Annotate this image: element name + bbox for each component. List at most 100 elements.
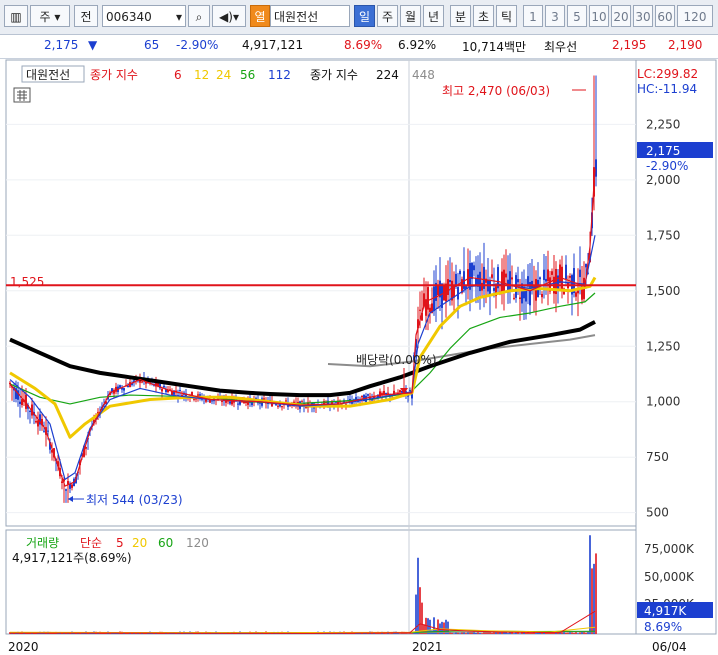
market-label: 주	[39, 10, 51, 24]
candle-body	[361, 395, 363, 398]
vol-ma120: 120	[186, 536, 209, 550]
candle-body	[595, 159, 597, 177]
volume-bar	[477, 632, 479, 634]
volume-bar	[459, 633, 461, 634]
period-month[interactable]: 월	[400, 5, 421, 27]
period-second[interactable]: 초	[473, 5, 494, 27]
stock-name[interactable]: 대원전선	[270, 5, 350, 27]
candle-body	[447, 279, 449, 295]
high-label: 최고 2,470 (06/03)	[442, 84, 550, 98]
candle-body	[179, 390, 181, 392]
candle-body	[47, 430, 49, 432]
candle-body	[71, 484, 73, 488]
volume-bar	[407, 633, 409, 634]
candle-body	[281, 406, 283, 408]
volume-bar	[507, 633, 509, 634]
order-label: 최우선	[544, 40, 578, 54]
num-20[interactable]: 20	[611, 5, 631, 27]
num-30[interactable]: 30	[633, 5, 653, 27]
candle-body	[569, 276, 571, 278]
price-tick: 2,250	[646, 117, 680, 131]
turnover-pct: 6.92%	[398, 38, 437, 52]
volume-bar	[499, 632, 501, 634]
date-right: 06/04	[652, 640, 687, 654]
speaker-icon[interactable]: ◀)▾	[212, 5, 246, 27]
vol-current-pct: 8.69%	[644, 620, 682, 634]
candle-body	[481, 282, 483, 291]
volume-bar	[583, 632, 585, 634]
num-120[interactable]: 120	[677, 5, 713, 27]
candle-body	[275, 404, 277, 406]
chevron-down-icon: ▾	[54, 10, 61, 24]
vol-tick-75000k: 75,000K	[644, 542, 695, 556]
volume-bar	[579, 632, 581, 634]
candle-body	[263, 398, 265, 400]
volume-bar	[577, 633, 579, 634]
price-tick: 1,500	[646, 284, 680, 298]
candle-body	[479, 271, 481, 292]
candle-body	[509, 271, 511, 291]
code-input[interactable]: 006340 ▾	[102, 5, 186, 27]
stock-chart[interactable]: 1,525 대원전선 종가 지수 6 12 24 56 112 종가 지수 22…	[0, 58, 718, 655]
candle-body	[285, 400, 287, 402]
window-icon[interactable]: ▥	[4, 5, 28, 27]
candle-body	[467, 269, 469, 286]
lc-label: LC:299.82	[637, 67, 698, 81]
num-5[interactable]: 5	[567, 5, 587, 27]
code-value: 006340	[106, 10, 152, 24]
vol-tick-50000k: 50,000K	[644, 570, 695, 584]
candle-body	[539, 277, 541, 280]
volume-bar	[389, 633, 391, 634]
vol-ma5: 5	[116, 536, 124, 550]
period-week[interactable]: 주	[377, 5, 398, 27]
candle-body	[61, 481, 63, 483]
candle-body	[211, 400, 213, 402]
vol-pct: 8.69%	[344, 38, 383, 52]
candle-body	[199, 394, 201, 396]
volume-bar	[585, 632, 587, 634]
candle-body	[433, 286, 435, 312]
num-10[interactable]: 10	[589, 5, 609, 27]
volume-bar	[535, 633, 537, 634]
volume-bar	[519, 633, 521, 634]
volume-bar	[531, 632, 533, 634]
price-tick: 1,750	[646, 228, 680, 242]
period-year[interactable]: 년	[423, 5, 444, 27]
candle-body	[209, 399, 211, 403]
num-1[interactable]: 1	[523, 5, 543, 27]
volume-bar	[537, 632, 539, 634]
num-60[interactable]: 60	[655, 5, 675, 27]
volume-bar	[513, 633, 515, 634]
candle-body	[21, 399, 23, 406]
candle-body	[517, 279, 519, 283]
vol-ma20: 20	[132, 536, 147, 550]
price-tick: 500	[646, 506, 669, 520]
volume-bar	[461, 632, 463, 634]
legend-ma12: 12	[194, 68, 209, 82]
candle-body	[141, 381, 143, 383]
quote-bar: 2,175 ▼ 65 -2.90% 4,917,121 8.69% 6.92% …	[0, 35, 718, 59]
search-icon[interactable]: ⌕	[188, 5, 210, 27]
date-2020: 2020	[8, 640, 39, 654]
candle-body	[387, 392, 389, 394]
period-tick[interactable]: 틱	[496, 5, 517, 27]
market-select[interactable]: 주 ▾	[30, 5, 70, 27]
period-day[interactable]: 일	[354, 5, 375, 27]
candle-body	[279, 404, 281, 407]
volume-bar	[487, 632, 489, 634]
candle-body	[575, 292, 577, 297]
candle-body	[29, 410, 31, 412]
dividend-label: 배당락(0.00%)	[356, 353, 437, 367]
candle-body	[471, 262, 473, 279]
vol-ma-label: 단순	[80, 536, 102, 550]
candle-body	[545, 278, 547, 282]
volume-bar	[589, 535, 591, 634]
type-select[interactable]: 전	[74, 5, 98, 27]
change-pct: -2.90%	[176, 38, 219, 52]
chevron-down-icon: ▾	[175, 10, 182, 24]
legend-ma2-label: 종가 지수	[310, 68, 358, 82]
period-minute[interactable]: 분	[450, 5, 471, 27]
num-3[interactable]: 3	[545, 5, 565, 27]
candle-body	[579, 269, 581, 278]
volume-bar	[483, 632, 485, 634]
